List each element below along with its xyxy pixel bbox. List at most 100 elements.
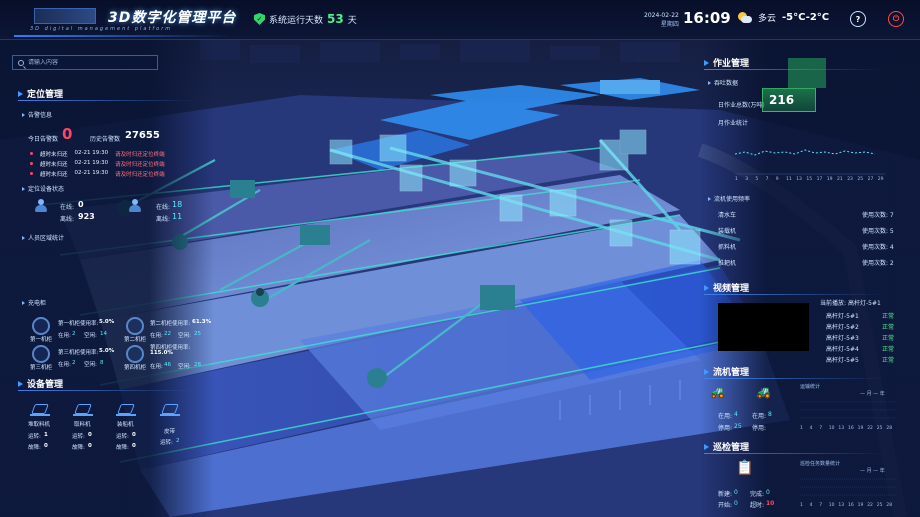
triangle-bullet-icon	[22, 112, 25, 117]
subsection-alarm-info: 告警信息	[22, 110, 52, 119]
machine-uses: 使用次数: 7	[862, 212, 894, 219]
section-operation: 作业管理	[704, 56, 885, 70]
equipment-fault-label: 故障:	[116, 445, 129, 451]
forklift-icon: 🚜	[756, 385, 771, 399]
cabinet-rate: 5.0%	[99, 348, 115, 354]
flow-online-label: 在用:	[718, 413, 733, 420]
arrow-marker-icon	[704, 59, 709, 66]
inspection-done-value: 0	[766, 489, 770, 496]
machine-name: 推耙机	[718, 260, 737, 267]
equipment-name: 装船机	[117, 422, 134, 428]
search-input[interactable]	[28, 59, 148, 66]
x-tick-label: 15	[806, 177, 813, 182]
equipment-run: 0	[88, 432, 92, 438]
cabinet-online-label: 在用:	[58, 362, 71, 368]
equipment-name: 堆取料机	[28, 422, 51, 428]
equipment-fault-label: 故障:	[72, 445, 85, 451]
power-button[interactable]: ⏻	[888, 11, 904, 27]
equipment-fault-label: 故障:	[28, 445, 41, 451]
ship-loader-icon	[116, 402, 136, 416]
machine-uses: 使用次数: 4	[862, 244, 894, 251]
history-alarm-label: 历史告警数	[90, 136, 121, 143]
inspection-open-label: 开始:	[718, 502, 733, 509]
triangle-bullet-icon	[22, 235, 25, 240]
date: 2024-02-22	[644, 12, 679, 19]
machine-name: 装载机	[718, 228, 737, 235]
equipment-run-label: 运转:	[160, 440, 173, 446]
device-offline-a: 923	[78, 212, 95, 221]
alarm-row[interactable]: 超时未归还 02-21 19:30 请及时归还定位终端	[30, 160, 165, 168]
device-online-label: 在线:	[60, 204, 75, 211]
flow-total-value: 8	[768, 411, 772, 418]
inspection-chart-title: 巡检任务数量统计	[800, 461, 841, 467]
alarm-row[interactable]: 超时未归还 02-21 19:30 请及时归还定位终端	[30, 170, 165, 178]
x-tick-label: 17	[816, 177, 823, 182]
cabinet-ring-icon	[126, 345, 144, 363]
help-button[interactable]: ?	[850, 11, 866, 27]
reclaimer-icon	[73, 402, 93, 416]
monthly-line	[735, 149, 876, 156]
current-playing-label: 当前播放:	[820, 300, 847, 307]
x-tick-label: 1	[735, 177, 738, 182]
camera-list-item[interactable]: 高杆灯-5#1 正常	[826, 311, 894, 320]
video-player[interactable]	[718, 303, 809, 351]
arrow-marker-icon	[704, 443, 709, 450]
equipment-name: 皮带	[164, 429, 176, 435]
device-online-b: 18	[172, 200, 183, 209]
x-tick-label: 19	[857, 503, 864, 508]
section-positioning: 定位管理	[18, 87, 199, 101]
arrow-marker-icon	[18, 90, 23, 97]
platform-title: 3D数字化管理平台	[108, 10, 237, 26]
x-tick-label: 16	[848, 503, 854, 508]
search-box[interactable]	[12, 55, 158, 70]
x-tick-label: 9	[775, 177, 779, 182]
x-tick-label: 21	[837, 177, 843, 182]
device-offline-label-b: 离线:	[156, 216, 171, 223]
camera-list-item[interactable]: 高杆灯-5#3 正常	[826, 333, 894, 342]
x-tick-label: 19	[826, 177, 833, 182]
x-tick-label: 19	[857, 426, 864, 431]
cabinet-ring-icon	[32, 345, 50, 363]
section-equipment: 设备管理	[18, 377, 199, 391]
camera-list-item[interactable]: 高杆灯-5#2 正常	[826, 322, 894, 331]
x-tick-label: 27	[867, 177, 874, 182]
camera-list-item[interactable]: 高杆灯-5#5 正常	[826, 355, 894, 364]
equipment-run: 0	[132, 432, 136, 438]
cabinet-free: 8	[100, 360, 104, 366]
cabinet-name: 第三机柜	[30, 365, 53, 371]
camera-list-item[interactable]: 高杆灯-5#4 正常	[826, 344, 894, 353]
cabinet-free-label: 空闲:	[178, 333, 191, 339]
weather-text: 多云	[758, 14, 777, 24]
triangle-bullet-icon	[708, 196, 711, 201]
x-tick-label: 10	[828, 503, 835, 508]
equipment-run-label: 运转:	[116, 434, 129, 440]
alarm-row[interactable]: 超时未归还 02-21 19:30 请及时归还定位终端	[30, 150, 165, 158]
x-tick-label: 10	[828, 426, 835, 431]
x-tick-label: 7	[819, 503, 823, 508]
subsection-device-status: 定位设备状态	[22, 184, 64, 193]
x-tick-label: 5	[755, 177, 759, 182]
today-alarm-count: 0	[62, 125, 73, 143]
header-underline	[14, 35, 234, 37]
x-tick-label: 29	[877, 177, 884, 182]
x-tick-label: 25	[857, 177, 864, 182]
flow-stop2-label: 停用:	[752, 425, 767, 432]
machine-name: 抓料机	[718, 244, 737, 251]
x-tick-label: 11	[786, 177, 792, 182]
system-runtime: ✓ 系统运行天数 53 天	[254, 12, 357, 26]
equipment-run-label: 运转:	[28, 434, 41, 440]
section-inspection: 巡检管理	[704, 440, 885, 454]
arrow-marker-icon	[18, 380, 23, 387]
cabinet-name: 第二机柜	[124, 337, 147, 343]
cabinet-free-label: 空闲:	[84, 333, 97, 339]
transport-chart-legend: — 月 — 年	[860, 391, 885, 397]
cabinet-free-label: 空闲:	[84, 362, 97, 368]
daily-volume-label: 日作业总数(万吨)	[718, 102, 765, 109]
subsection-process-frequency: 流机使用频率	[708, 194, 750, 203]
shield-check-icon: ✓	[254, 13, 265, 25]
monthly-stats-label: 月作业统计	[718, 120, 749, 127]
cabinet-online: 22	[164, 331, 171, 337]
cabinet-free-label: 空闲:	[178, 364, 191, 370]
transport-chart-title: 运输统计	[800, 384, 821, 390]
daily-volume-value: 216	[762, 88, 816, 112]
